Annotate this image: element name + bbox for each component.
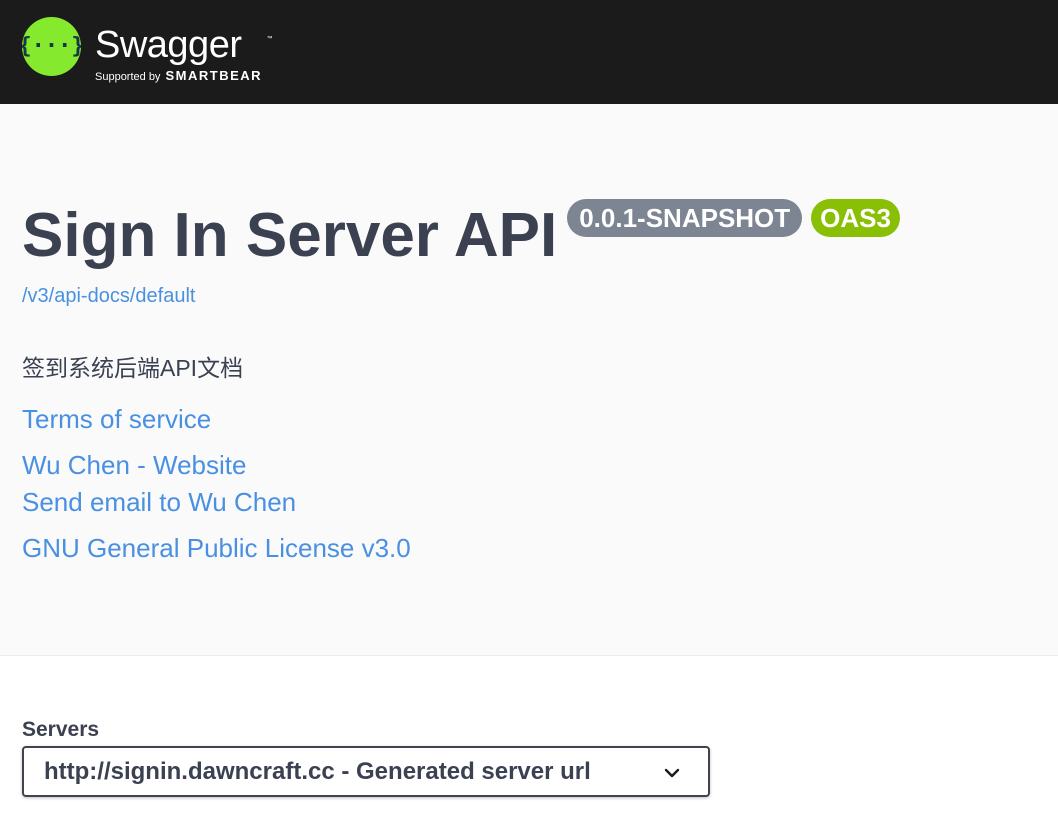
server-select[interactable]: http://signin.dawncraft.cc - Generated s… bbox=[22, 746, 710, 797]
logo-tm: ™ bbox=[266, 36, 273, 42]
chevron-down-icon bbox=[664, 768, 680, 778]
swagger-logo-text: Swagger ™ Supported by SMARTBEAR bbox=[95, 25, 273, 83]
svg-text:{···}: {···} bbox=[22, 34, 81, 59]
swagger-logo-icon: {···} bbox=[22, 17, 81, 76]
servers-label: Servers bbox=[22, 718, 100, 741]
info-section: Sign In Server API 0.0.1-SNAPSHOT OAS3 /… bbox=[0, 104, 1058, 656]
title-row: Sign In Server API 0.0.1-SNAPSHOT OAS3 bbox=[22, 196, 900, 276]
servers-section: Servers http://signin.dawncraft.cc - Gen… bbox=[22, 718, 710, 797]
page-title: Sign In Server API bbox=[22, 201, 558, 270]
smartbear-wordmark: SMARTBEAR bbox=[165, 68, 263, 83]
logo-name: Swagger ™ bbox=[95, 25, 273, 65]
spec-url-link[interactable]: /v3/api-docs/default bbox=[22, 285, 195, 308]
oas-badge: OAS3 bbox=[811, 199, 900, 237]
contact-website-link[interactable]: Wu Chen - Website bbox=[22, 450, 246, 481]
terms-of-service-link[interactable]: Terms of service bbox=[22, 404, 211, 435]
contact-email-link[interactable]: Send email to Wu Chen bbox=[22, 487, 296, 518]
api-description: 签到系统后端API文档 bbox=[22, 355, 244, 381]
swagger-logo[interactable]: {···} Swagger™ Supported by SMARTBEAR bbox=[22, 17, 273, 83]
license-link[interactable]: GNU General Public License v3.0 bbox=[22, 533, 411, 564]
topbar: {···} Swagger™ Supported by SMARTBEAR bbox=[0, 0, 1058, 104]
server-select-value: http://signin.dawncraft.cc - Generated s… bbox=[44, 757, 591, 785]
version-badge: 0.0.1-SNAPSHOT bbox=[567, 199, 803, 237]
logo-subtitle: Supported by SMARTBEAR bbox=[95, 68, 263, 83]
